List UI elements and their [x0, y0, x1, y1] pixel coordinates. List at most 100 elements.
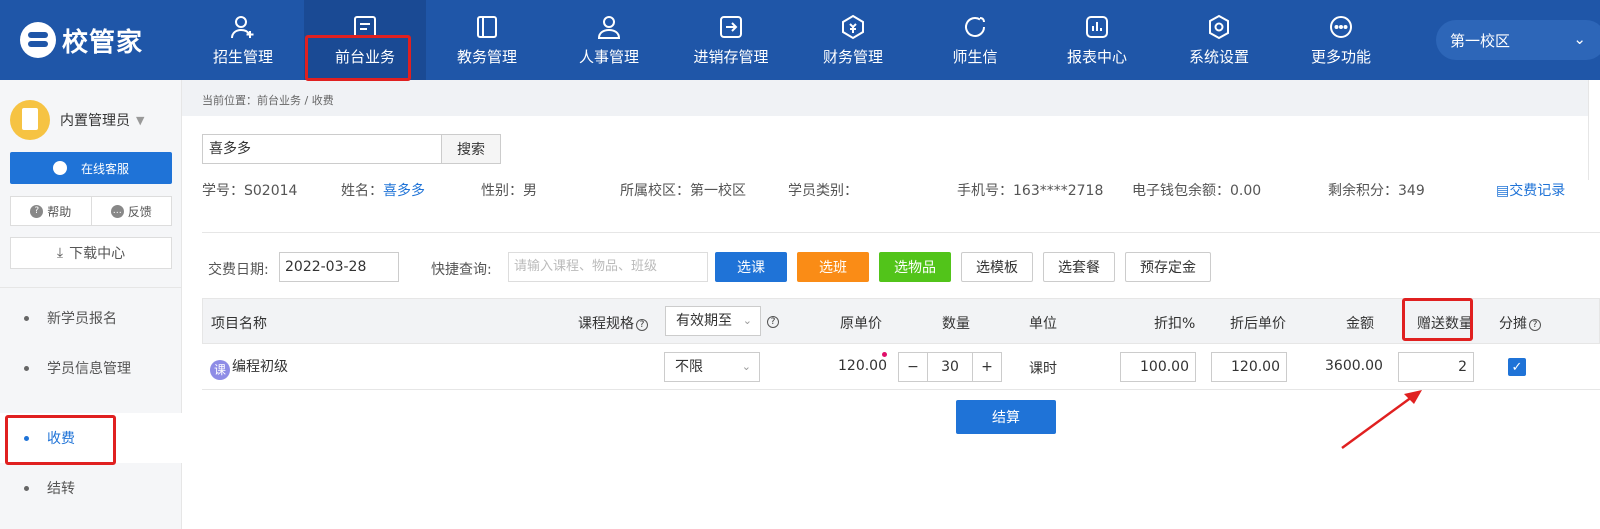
quick-search-label: 快捷查询:	[431, 262, 492, 278]
select-item-button[interactable]: 选物品	[879, 252, 951, 282]
campus-label: 第一校区	[1450, 31, 1511, 50]
chevron-down-icon: ⌄	[741, 360, 751, 373]
nav-label: 系统设置	[1188, 47, 1249, 66]
minus-button[interactable]: −	[899, 353, 927, 381]
report-icon	[1084, 14, 1110, 40]
student-search-input[interactable]: 喜多多	[202, 134, 442, 164]
pay-date-input[interactable]: 2022-03-28	[279, 252, 399, 282]
nav-item-academic[interactable]: 教务管理	[426, 0, 548, 80]
deposit-button[interactable]: 预存定金	[1125, 252, 1211, 282]
col-split-label: 分摊	[1499, 316, 1527, 332]
online-service-button[interactable]: 在线客服	[10, 152, 172, 184]
help-icon[interactable]: ?	[636, 319, 648, 331]
help-button[interactable]: ? 帮助	[11, 197, 91, 225]
chevron-down-icon: ⌄	[742, 314, 752, 327]
pay-date-label: 交费日期:	[208, 262, 269, 278]
discounted-price-input[interactable]: 120.00	[1211, 352, 1287, 382]
student-name-link[interactable]: 喜多多	[383, 183, 425, 199]
highlight-box-nav	[305, 35, 411, 81]
help-label: 帮助	[47, 204, 72, 219]
nav-label: 教务管理	[456, 47, 517, 66]
student-id-label: 学号：	[202, 183, 244, 199]
validity-column-select[interactable]: 有效期至 ⌄	[665, 306, 761, 336]
select-package-button[interactable]: 选套餐	[1043, 252, 1115, 282]
help-icon[interactable]: ?	[1529, 319, 1541, 331]
table-header: 项目名称 课程规格? 有效期至 ⌄ ? 原单价 数量 单位 折扣% 折后单价 金…	[202, 298, 1600, 344]
select-course-button[interactable]: 选课	[715, 252, 787, 282]
sidebar-item-new-enrollment[interactable]: 新学员报名	[0, 293, 182, 343]
select-template-button[interactable]: 选模板	[961, 252, 1033, 282]
select-class-button[interactable]: 选班	[797, 252, 869, 282]
amount: 3600.00	[1325, 358, 1383, 374]
settle-button[interactable]: 结算	[956, 400, 1056, 434]
check-icon: ✓	[1511, 359, 1523, 375]
charge-card: 喜多多 搜索 学号：S02014 姓名：喜多多 性别：男 所属校区：第一校区 学…	[182, 116, 1600, 529]
validity-value: 不限	[675, 359, 703, 375]
nav-item-settings[interactable]: 系统设置	[1158, 0, 1280, 80]
discount-input[interactable]: 100.00	[1120, 352, 1196, 382]
sidebar-item-transfer[interactable]: 结转	[0, 463, 182, 513]
col-unit: 单位	[1029, 316, 1057, 332]
download-icon: ⤓	[56, 245, 64, 261]
nav-item-reports[interactable]: 报表中心	[1036, 0, 1158, 80]
quick-search-input[interactable]: 请输入课程、物品、班级	[508, 252, 708, 282]
help-feedback-row: ? 帮助 … 反馈	[10, 196, 172, 226]
gift-qty-input[interactable]: 2	[1398, 352, 1474, 382]
validity-help[interactable]: ?	[765, 313, 779, 329]
item-name: 课编程初级	[210, 356, 288, 380]
sidebar-item-label: 结转	[47, 481, 75, 497]
validity-select[interactable]: 不限 ⌄	[664, 352, 760, 382]
col-split: 分摊?	[1499, 313, 1541, 333]
nav-item-messages[interactable]: 师生信	[914, 0, 1036, 80]
campus-select[interactable]: 第一校区 ⌄	[1436, 20, 1600, 60]
sidebar-item-student-info[interactable]: 学员信息管理	[0, 343, 182, 393]
student-gender: 性别：男	[481, 183, 537, 199]
nav-item-finance[interactable]: 财务管理	[792, 0, 914, 80]
bullet-icon	[24, 485, 29, 491]
nav-item-admissions[interactable]: 招生管理	[182, 0, 304, 80]
inventory-icon	[718, 14, 744, 40]
table-row: 课编程初级 不限 ⌄ 120.00 − 30 + 课时 100.00 120.0…	[202, 344, 1600, 390]
highlight-box-sidebar	[5, 415, 116, 465]
nav-label: 招生管理	[212, 47, 273, 66]
bullet-icon	[24, 365, 29, 371]
breadcrumb: 当前位置：前台业务 / 收费	[202, 94, 334, 107]
course-badge-icon: 课	[210, 359, 230, 380]
app-logo[interactable]: 校管家	[20, 20, 143, 60]
payment-record-label: 交费记录	[1509, 183, 1566, 199]
payment-record-link[interactable]: ▤交费记录	[1496, 180, 1565, 200]
split-checkbox[interactable]: ✓	[1508, 358, 1526, 376]
feedback-label: 反馈	[127, 204, 152, 219]
divider	[202, 232, 1600, 233]
feedback-button[interactable]: … 反馈	[90, 197, 172, 225]
student-id-value: S02014	[244, 183, 298, 199]
nav-label: 财务管理	[822, 47, 883, 66]
user-name: 内置管理员	[60, 113, 130, 129]
scrollbar[interactable]	[1588, 80, 1600, 180]
wallet-balance: 电子钱包余额：0.00	[1132, 183, 1262, 199]
unit: 课时	[1029, 361, 1057, 377]
user-menu[interactable]: 内置管理员 ▼	[10, 100, 144, 140]
download-center-button[interactable]: ⤓ 下载中心	[10, 237, 172, 269]
student-category: 学员类别：	[788, 183, 858, 199]
quantity-value[interactable]: 30	[927, 353, 973, 381]
help-icon: ?	[30, 204, 44, 218]
sidebar-divider	[0, 287, 182, 288]
search-button[interactable]: 搜索	[441, 134, 501, 164]
nav-item-more[interactable]: 更多功能	[1280, 0, 1402, 80]
more-icon	[1328, 14, 1354, 40]
feedback-icon: …	[110, 204, 124, 218]
top-navbar: 校管家 招生管理 前台业务 教务管理 人事管理 进销存管理 财务管理 师生信 报…	[0, 0, 1600, 80]
message-icon	[962, 14, 988, 40]
help-icon[interactable]: ?	[767, 316, 779, 328]
settings-icon	[1206, 14, 1232, 40]
quantity-stepper[interactable]: − 30 +	[898, 352, 1002, 382]
nav-label: 人事管理	[578, 47, 639, 66]
col-disc-price: 折后单价	[1230, 316, 1286, 332]
nav-item-hr[interactable]: 人事管理	[548, 0, 670, 80]
nav-label: 师生信	[952, 47, 998, 66]
main-content: 当前位置：前台业务 / 收费 喜多多 搜索 学号：S02014 姓名：喜多多 性…	[182, 80, 1600, 529]
nav-item-inventory[interactable]: 进销存管理	[670, 0, 792, 80]
caret-down-icon: ▼	[136, 113, 145, 127]
plus-button[interactable]: +	[973, 353, 1001, 381]
